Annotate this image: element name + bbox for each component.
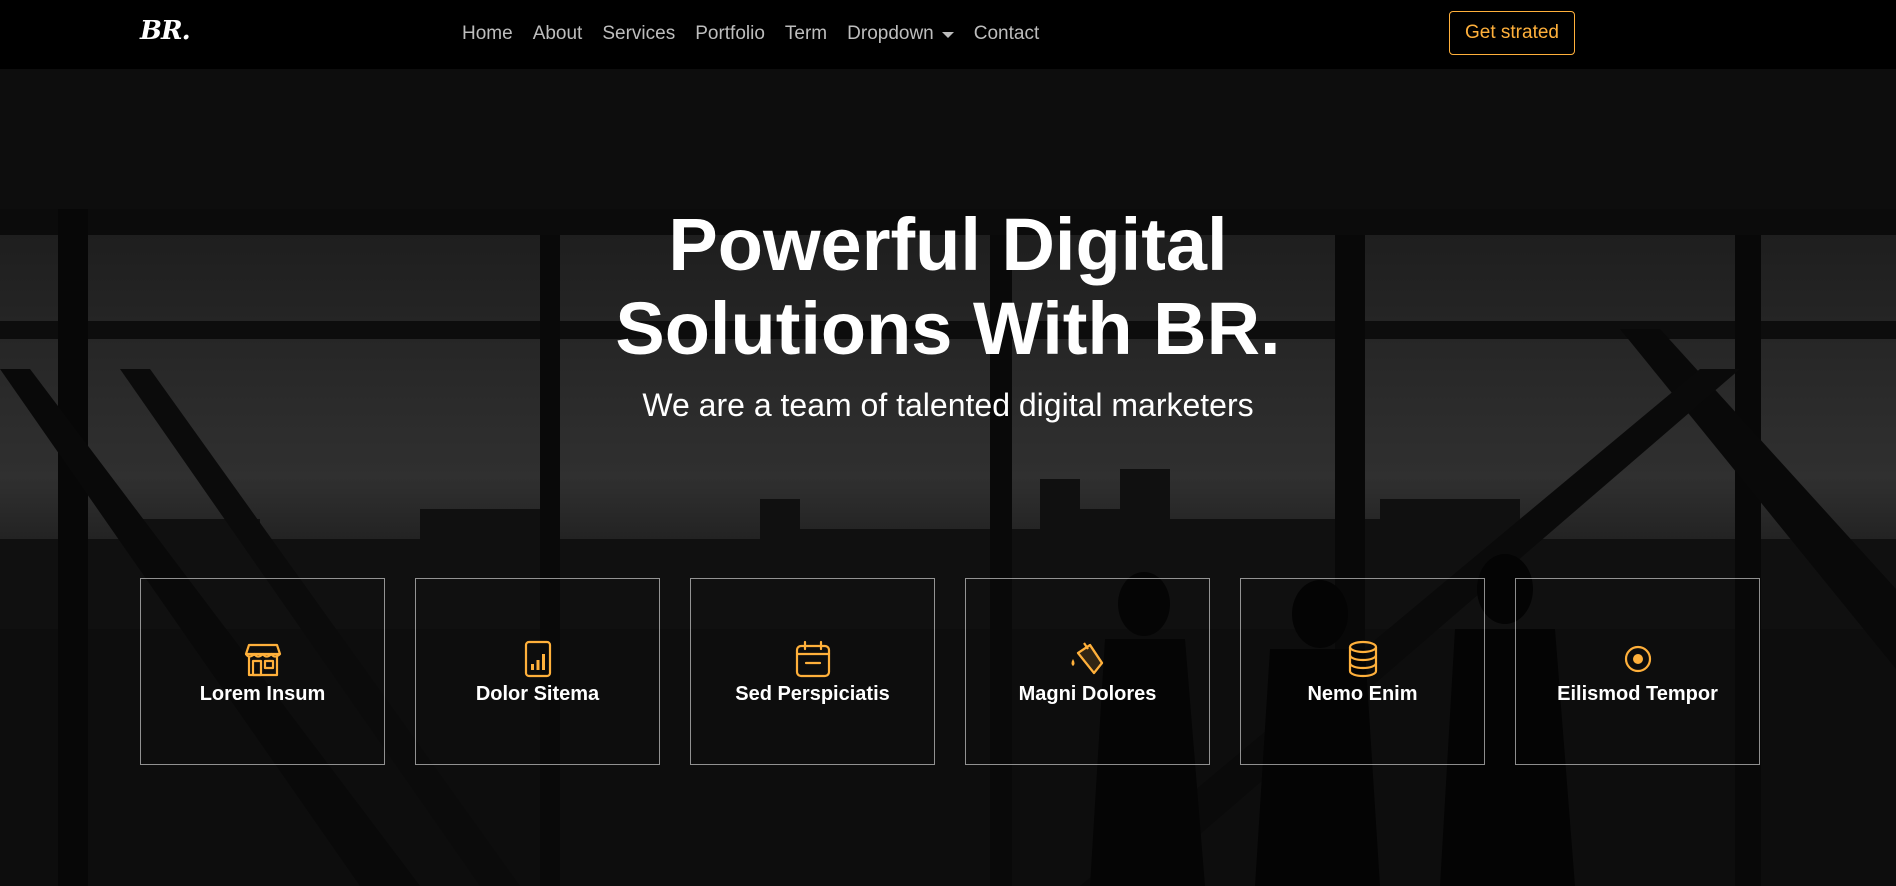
navbar: BR. Home About Services Portfolio Term D…: [0, 0, 1896, 69]
feature-card-title: Sed Perspiciatis: [735, 683, 890, 705]
hero-title-line-2: Solutions With BR.: [615, 287, 1281, 370]
feature-card-title: Nemo Enim: [1307, 683, 1418, 705]
calendar-icon: [793, 639, 833, 679]
feature-card-title: Lorem Insum: [199, 683, 326, 705]
feature-card-title: Eilismod Tempor: [1557, 683, 1718, 705]
nav-item-portfolio[interactable]: Portfolio: [695, 23, 765, 45]
nav-item-home[interactable]: Home: [462, 23, 513, 45]
feature-card[interactable]: Nemo Enim: [1240, 578, 1485, 765]
bar-chart-icon: [518, 639, 558, 679]
feature-card[interactable]: Magni Dolores: [965, 578, 1210, 765]
hero-title: Powerful Digital Solutions With BR.: [0, 203, 1896, 371]
nav-item-dropdown[interactable]: Dropdown: [847, 23, 954, 45]
feature-card[interactable]: Dolor Sitema: [415, 578, 660, 765]
feature-card[interactable]: Lorem Insum: [140, 578, 385, 765]
hero-section: Powerful Digital Solutions With BR. We a…: [0, 69, 1896, 886]
record-icon: [1618, 639, 1658, 679]
database-icon: [1343, 639, 1383, 679]
feature-cards: Lorem Insum Dolor Sitema Sed Perspiciati…: [140, 578, 1760, 765]
paint-bucket-icon: [1068, 639, 1108, 679]
nav-dropdown-label: Dropdown: [847, 23, 934, 44]
get-started-button[interactable]: Get strated: [1449, 11, 1575, 55]
nav-item-term[interactable]: Term: [785, 23, 827, 45]
caret-down-icon: [941, 32, 954, 38]
nav-item-services[interactable]: Services: [602, 23, 675, 45]
hero-subtitle: We are a team of talented digital market…: [642, 387, 1254, 423]
feature-card-title: Magni Dolores: [1018, 683, 1157, 705]
feature-card-title: Dolor Sitema: [475, 683, 600, 705]
feature-card[interactable]: Eilismod Tempor: [1515, 578, 1760, 765]
feature-card[interactable]: Sed Perspiciatis: [690, 578, 935, 765]
nav-item-contact[interactable]: Contact: [974, 23, 1039, 45]
nav-menu: Home About Services Portfolio Term Dropd…: [462, 23, 1059, 45]
store-icon: [243, 639, 283, 679]
brand-logo[interactable]: BR.: [140, 16, 191, 46]
nav-item-about[interactable]: About: [533, 23, 583, 45]
hero-title-line-1: Powerful Digital: [668, 203, 1228, 286]
